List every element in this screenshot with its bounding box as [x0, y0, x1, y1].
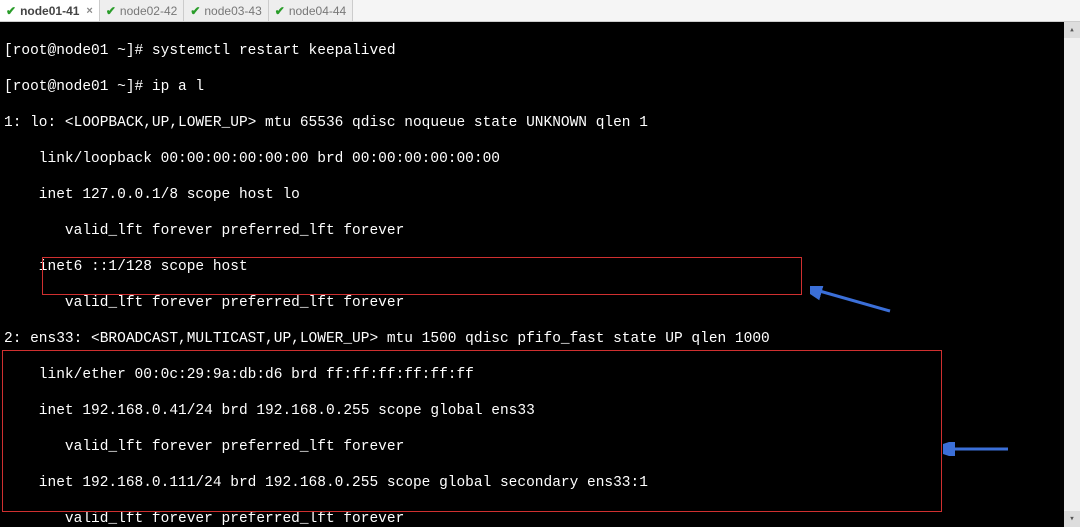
terminal-line: inet6 ::1/128 scope host — [4, 258, 1076, 276]
terminal-line: valid_lft forever preferred_lft forever — [4, 438, 1076, 456]
check-icon: ✔ — [275, 4, 285, 18]
terminal-line: inet 192.168.0.111/24 brd 192.168.0.255 … — [4, 474, 1076, 492]
terminal[interactable]: [root@node01 ~]# systemctl restart keepa… — [0, 22, 1080, 527]
tab-label: node04-44 — [289, 4, 346, 18]
terminal-line: link/loopback 00:00:00:00:00:00 brd 00:0… — [4, 150, 1076, 168]
scroll-down-icon[interactable]: ▾ — [1064, 511, 1080, 527]
terminal-line: 1: lo: <LOOPBACK,UP,LOWER_UP> mtu 65536 … — [4, 114, 1076, 132]
terminal-line: [root@node01 ~]# systemctl restart keepa… — [4, 42, 1076, 60]
check-icon: ✔ — [6, 4, 16, 18]
check-icon: ✔ — [106, 4, 116, 18]
tab-node01[interactable]: ✔ node01-41 × — [0, 0, 100, 21]
tab-label: node03-43 — [204, 4, 261, 18]
terminal-line: valid_lft forever preferred_lft forever — [4, 510, 1076, 527]
scrollbar[interactable]: ▴ ▾ — [1064, 22, 1080, 527]
terminal-line: inet 127.0.0.1/8 scope host lo — [4, 186, 1076, 204]
terminal-line: valid_lft forever preferred_lft forever — [4, 294, 1076, 312]
terminal-line: 2: ens33: <BROADCAST,MULTICAST,UP,LOWER_… — [4, 330, 1076, 348]
terminal-line: inet 192.168.0.41/24 brd 192.168.0.255 s… — [4, 402, 1076, 420]
terminal-line: [root@node01 ~]# ip a l — [4, 78, 1076, 96]
close-icon[interactable]: × — [86, 5, 92, 17]
scroll-up-icon[interactable]: ▴ — [1064, 22, 1080, 38]
check-icon: ✔ — [190, 4, 200, 18]
tab-node04[interactable]: ✔ node04-44 — [269, 0, 353, 21]
terminal-line: link/ether 00:0c:29:9a:db:d6 brd ff:ff:f… — [4, 366, 1076, 384]
tab-node02[interactable]: ✔ node02-42 — [100, 0, 184, 21]
tab-bar: ✔ node01-41 × ✔ node02-42 ✔ node03-43 ✔ … — [0, 0, 1080, 22]
tab-label: node02-42 — [120, 4, 177, 18]
tab-label: node01-41 — [20, 4, 79, 18]
tab-node03[interactable]: ✔ node03-43 — [184, 0, 268, 21]
terminal-line: valid_lft forever preferred_lft forever — [4, 222, 1076, 240]
